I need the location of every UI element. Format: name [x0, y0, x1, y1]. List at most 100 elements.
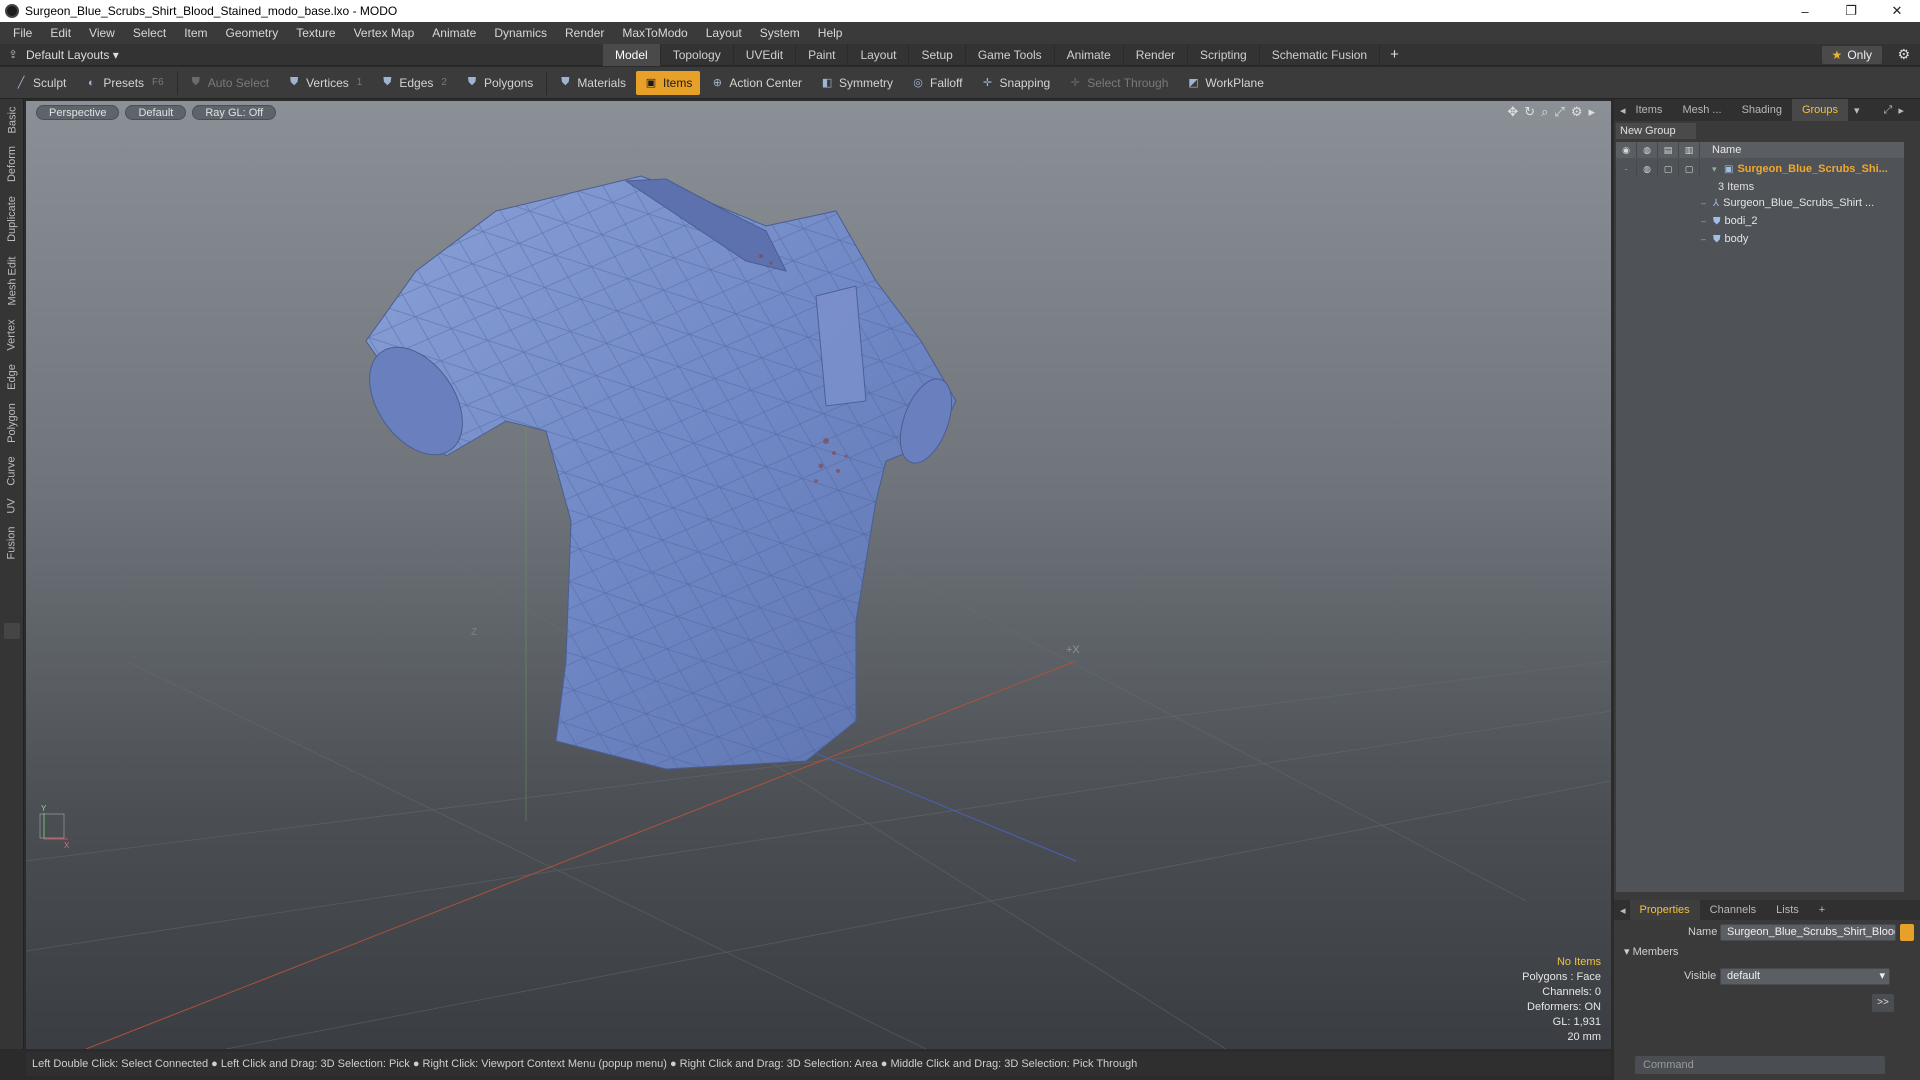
add-tab-button[interactable]: + — [1380, 44, 1409, 66]
lock-icon[interactable]: ▤ — [1658, 142, 1679, 158]
3d-viewport[interactable]: +X Z Y X Perspective Default Ray GL: Off… — [26, 101, 1611, 1049]
members-section[interactable]: ▾ Members — [1624, 945, 1678, 958]
fit-view-icon[interactable]: ⤢ — [1554, 104, 1564, 120]
group-member-row[interactable]: – ⛊ body — [1616, 230, 1904, 248]
close-button[interactable]: ✕ — [1874, 0, 1920, 22]
tab-shading[interactable]: Shading — [1732, 99, 1792, 121]
panel-menu-icon[interactable]: ◂ — [1620, 904, 1626, 917]
groups-scrollbar[interactable] — [1904, 142, 1918, 892]
snapping-button[interactable]: ✛ Snapping — [973, 71, 1059, 95]
menu-animate[interactable]: Animate — [423, 22, 485, 44]
tab-uv[interactable]: UV — [0, 495, 24, 517]
render-icon[interactable]: ◍ — [1637, 142, 1658, 158]
panel-toggle-button[interactable] — [4, 623, 20, 639]
select-icon[interactable]: ▥ — [1679, 142, 1700, 158]
group-visibility-icon[interactable]: · — [1616, 161, 1637, 177]
name-field[interactable]: Surgeon_Blue_Scrubs_Shirt_Blood — [1720, 924, 1896, 941]
tab-fusion[interactable]: Fusion — [0, 523, 24, 563]
expand-icon[interactable]: ⤢ — [1884, 104, 1893, 117]
tab-duplicate[interactable]: Duplicate — [0, 191, 24, 247]
tab-mesh-edit[interactable]: Mesh Edit — [0, 253, 24, 309]
tab-edge[interactable]: Edge — [0, 361, 24, 393]
tab-mesh[interactable]: Mesh ... — [1672, 99, 1731, 121]
new-group-button[interactable]: New Group — [1616, 123, 1696, 139]
zoom-view-icon[interactable]: ⌕ — [1541, 104, 1548, 120]
panel-arrow-icon[interactable]: ▸ — [1898, 104, 1904, 117]
menu-layout[interactable]: Layout — [697, 22, 751, 44]
workplane-button[interactable]: ◩ WorkPlane — [1178, 71, 1271, 95]
select-through-button[interactable]: ✛ Select Through — [1060, 71, 1176, 95]
menu-texture[interactable]: Texture — [287, 22, 344, 44]
edges-button[interactable]: ⛊ Edges 2 — [372, 71, 455, 95]
viewport-settings-icon[interactable]: ⚙ — [1571, 104, 1583, 120]
menu-select[interactable]: Select — [124, 22, 175, 44]
tab-groups[interactable]: Groups — [1791, 99, 1849, 121]
group-row[interactable]: · ◍ ▢ ▢ ▾ ▣ Surgeon_Blue_Scrubs_Shi... — [1616, 158, 1904, 180]
tab-schematic-fusion[interactable]: Schematic Fusion — [1260, 44, 1381, 66]
viewport-menu-icon[interactable]: ▸ — [1588, 104, 1595, 120]
layout-toggle-icon[interactable]: ⇪ — [0, 48, 26, 61]
sculpt-button[interactable]: ╱ Sculpt — [6, 71, 74, 95]
tab-scripting[interactable]: Scripting — [1188, 44, 1260, 66]
raygl-pill[interactable]: Ray GL: Off — [192, 105, 277, 120]
visible-select[interactable]: default ▾ — [1720, 968, 1890, 985]
group-render-icon[interactable]: ◍ — [1637, 161, 1658, 177]
tab-polygon[interactable]: Polygon — [0, 399, 24, 447]
menu-edit[interactable]: Edit — [41, 22, 80, 44]
tab-uvedit[interactable]: UVEdit — [734, 44, 797, 66]
menu-view[interactable]: View — [80, 22, 124, 44]
group-select-icon[interactable]: ▢ — [1679, 161, 1700, 177]
tab-lists[interactable]: Lists — [1766, 900, 1809, 920]
presets-button[interactable]: ◐ Presets F6 — [76, 71, 171, 95]
tab-items[interactable]: Items — [1626, 99, 1673, 121]
name-column-header[interactable]: Name — [1700, 144, 1741, 156]
chevron-down-icon[interactable]: ▾ — [1854, 104, 1860, 117]
tab-model[interactable]: Model — [603, 44, 661, 66]
vertices-button[interactable]: ⛊ Vertices 1 — [279, 71, 370, 95]
name-options-button[interactable] — [1900, 924, 1914, 941]
action-center-button[interactable]: ⊕ Action Center — [702, 71, 810, 95]
group-lock-icon[interactable]: ▢ — [1658, 161, 1679, 177]
group-member-row[interactable]: – ⛊ bodi_2 — [1616, 212, 1904, 230]
restore-button[interactable]: ❐ — [1828, 0, 1874, 22]
shading-mode-pill[interactable]: Default — [125, 105, 187, 120]
gear-icon[interactable]: ⚙ — [1897, 46, 1910, 63]
items-button[interactable]: ▣ Items — [636, 70, 701, 95]
view-mode-pill[interactable]: Perspective — [36, 105, 120, 120]
menu-maxtomodo[interactable]: MaxToModo — [613, 22, 696, 44]
expand-members-button[interactable]: >> — [1872, 994, 1894, 1012]
add-tab-button[interactable]: + — [1809, 900, 1835, 920]
menu-dynamics[interactable]: Dynamics — [485, 22, 556, 44]
materials-button[interactable]: ⛊ Materials — [550, 71, 634, 95]
tab-paint[interactable]: Paint — [796, 44, 849, 66]
command-input[interactable]: Command — [1635, 1056, 1885, 1074]
move-view-icon[interactable]: ✥ — [1507, 104, 1518, 120]
tab-render[interactable]: Render — [1124, 44, 1189, 66]
only-button[interactable]: ★ Only — [1821, 46, 1882, 64]
polygons-button[interactable]: ⛊ Polygons — [457, 71, 541, 95]
falloff-button[interactable]: ◎ Falloff — [903, 71, 970, 95]
tab-setup[interactable]: Setup — [909, 44, 966, 66]
tab-basic[interactable]: Basic — [0, 103, 24, 137]
menu-system[interactable]: System — [751, 22, 809, 44]
tab-topology[interactable]: Topology — [661, 44, 734, 66]
tab-channels[interactable]: Channels — [1700, 900, 1766, 920]
eye-icon[interactable]: ◉ — [1616, 142, 1637, 158]
menu-file[interactable]: File — [4, 22, 41, 44]
expand-icon[interactable]: ▾ — [1712, 164, 1724, 175]
menu-geometry[interactable]: Geometry — [217, 22, 288, 44]
rotate-view-icon[interactable]: ↻ — [1524, 104, 1535, 120]
menu-vertex-map[interactable]: Vertex Map — [345, 22, 424, 44]
menu-render[interactable]: Render — [556, 22, 613, 44]
tab-game-tools[interactable]: Game Tools — [966, 44, 1055, 66]
minimize-button[interactable]: – — [1782, 0, 1828, 22]
group-member-row[interactable]: – ⅄ Surgeon_Blue_Scrubs_Shirt ... — [1616, 194, 1904, 212]
symmetry-button[interactable]: ◧ Symmetry — [812, 71, 901, 95]
auto-select-button[interactable]: ⛊ Auto Select — [181, 71, 277, 95]
tab-animate[interactable]: Animate — [1055, 44, 1124, 66]
menu-help[interactable]: Help — [809, 22, 852, 44]
tab-layout[interactable]: Layout — [848, 44, 910, 66]
tab-properties[interactable]: Properties — [1629, 900, 1700, 920]
tab-deform[interactable]: Deform — [0, 143, 24, 185]
tab-vertex[interactable]: Vertex — [0, 315, 24, 355]
